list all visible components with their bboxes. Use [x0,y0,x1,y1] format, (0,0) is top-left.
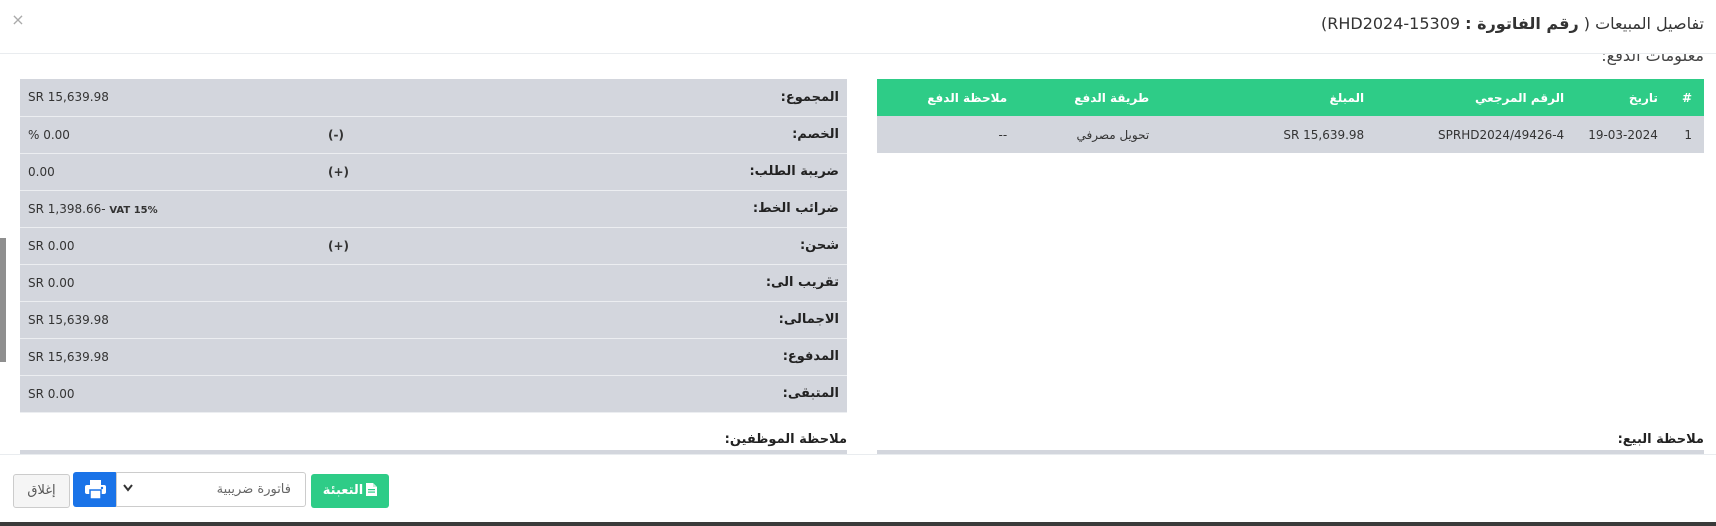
paid-value: SR 15,639.98 [20,338,320,376]
cell-index: 1 [1669,116,1704,153]
totals-row-discount: % 0.00 (-) الخصم: [20,116,847,154]
close-button[interactable]: إغلاق [13,474,70,508]
file-icon [366,483,378,496]
balance-sign [320,375,480,413]
invoice-type-select[interactable]: فاتورة ضريبية [116,472,306,507]
staff-note-label: ملاحظة الموظفين: [724,432,847,447]
cell-amount: SR 15,639.98 [1161,116,1377,153]
paid-label: المدفوع: [480,338,847,376]
table-row: 1 19-03-2024 SPRHD2024/49426-4 SR 15,639… [877,116,1704,153]
totals-row-shipping: SR 0.00 (+) شحن: [20,227,847,265]
scrollbar-thumb[interactable] [0,238,6,362]
grand-total-value: SR 15,639.98 [20,301,320,339]
fill-button[interactable]: التعبئة [311,474,389,508]
payment-info-title: معلومات الدفع: [1601,54,1704,65]
column-header-note: ملاحظة الدفع [877,79,1020,116]
modal-header: × تفاصيل المبيعات ( رقم الفاتورة : RHD20… [0,0,1716,54]
balance-label: المتبقى: [480,375,847,413]
totals-row-paid: SR 15,639.98 المدفوع: [20,338,847,376]
totals-row-line-taxes: SR 1,398.66- VAT 15% ضرائب الخط: [20,190,847,228]
column-header-date: تاريخ [1576,79,1670,116]
order-tax-sign: (+) [320,153,480,191]
invoice-number-label: رقم الفاتورة : [1465,14,1579,33]
totals-table: SR 15,639.98 المجموع: % 0.00 (-) الخصم: … [20,79,847,413]
sales-details-modal: × تفاصيل المبيعات ( رقم الفاتورة : RHD20… [0,0,1716,526]
modal-body: معلومات الدفع: # تاريخ الرقم المرجعي الم… [0,54,1716,454]
payments-table: # تاريخ الرقم المرجعي المبلغ طريقة الدفع… [877,79,1704,153]
totals-row-rounding: SR 0.00 تقريب الى: [20,264,847,302]
column-header-amount: المبلغ [1161,79,1377,116]
invoice-number: RHD2024-15309) [1320,14,1461,33]
discount-sign: (-) [320,116,480,154]
discount-value: % 0.00 [20,116,320,154]
order-tax-value: 0.00 [20,153,320,191]
paid-sign [320,338,480,376]
invoice-type-value: فاتورة ضريبية [216,482,291,497]
column-header-method: طريقة الدفع [1019,79,1162,116]
rounding-value: SR 0.00 [20,264,320,302]
grand-total-sign [320,301,480,339]
sale-note-label: ملاحظة البيع: [1617,432,1704,447]
cell-note: -- [877,116,1020,153]
modal-footer: إغلاق فاتورة ضريبية التعبئة [0,454,1716,518]
background-strip [0,522,1716,526]
column-header-reference: الرقم المرجعي [1376,79,1577,116]
title-prefix: تفاصيل المبيعات ( [1583,14,1704,33]
modal-title: تفاصيل المبيعات ( رقم الفاتورة : RHD2024… [1321,14,1704,38]
subtotal-value: SR 15,639.98 [20,79,320,117]
line-taxes-sign [320,190,480,228]
column-header-index: # [1669,79,1704,116]
line-taxes-amount: SR 1,398.66- [28,201,106,216]
print-button[interactable] [73,472,118,507]
shipping-sign: (+) [320,227,480,265]
close-icon[interactable]: × [10,12,26,28]
rounding-sign [320,264,480,302]
discount-label: الخصم: [480,116,847,154]
printer-icon [85,480,106,499]
totals-row-order-tax: 0.00 (+) ضريبة الطلب: [20,153,847,191]
line-taxes-value: SR 1,398.66- VAT 15% [20,190,320,228]
cell-reference: SPRHD2024/49426-4 [1376,116,1577,153]
shipping-label: شحن: [480,227,847,265]
fill-button-label: التعبئة [322,483,364,498]
chevron-down-icon [123,484,133,492]
vat-badge: VAT 15% [109,204,158,216]
table-header-row: # تاريخ الرقم المرجعي المبلغ طريقة الدفع… [877,79,1704,116]
subtotal-sign [320,79,480,117]
cell-method: تحويل مصرفي [1019,116,1162,153]
shipping-value: SR 0.00 [20,227,320,265]
grand-total-label: الاجمالى: [480,301,847,339]
totals-row-grand-total: SR 15,639.98 الاجمالى: [20,301,847,339]
line-taxes-label: ضرائب الخط: [480,190,847,228]
balance-value: SR 0.00 [20,375,320,413]
subtotal-label: المجموع: [480,79,847,117]
rounding-label: تقريب الى: [480,264,847,302]
totals-row-balance: SR 0.00 المتبقى: [20,375,847,413]
totals-row-subtotal: SR 15,639.98 المجموع: [20,79,847,117]
cell-date: 19-03-2024 [1576,116,1670,153]
order-tax-label: ضريبة الطلب: [480,153,847,191]
